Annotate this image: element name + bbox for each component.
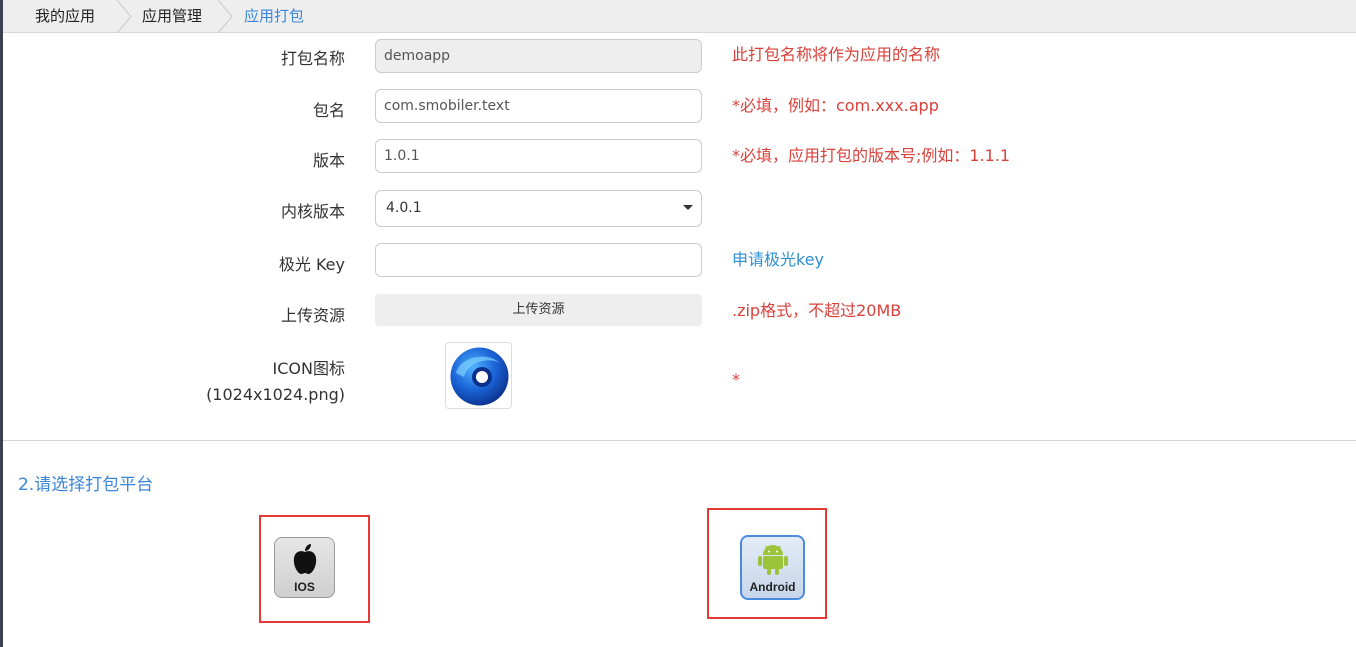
icon-label-line2: (1024x1024.png) [206, 385, 345, 404]
breadcrumb-app-packaging: 应用打包 [244, 7, 305, 25]
apple-icon [293, 544, 317, 574]
breadcrumb-app-management[interactable]: 应用管理 [142, 0, 202, 33]
app-icon-upload[interactable] [445, 342, 512, 409]
package-name-input[interactable] [375, 39, 702, 73]
upload-hint: .zip格式，不超过20MB [732, 301, 902, 320]
breadcrumb-separator-icon [116, 0, 132, 33]
apply-jpush-key-link[interactable]: 申请极光key [732, 246, 824, 270]
android-icon [758, 545, 788, 575]
jpush-key-label: 极光 Key [278, 255, 345, 274]
breadcrumb-separator-icon [217, 0, 233, 33]
icon-label: ICON图标 (1024x1024.png) [0, 355, 345, 404]
chevron-down-icon [683, 205, 693, 210]
version-label: 版本 [312, 151, 345, 170]
app-logo-icon [450, 347, 509, 406]
jpush-key-input[interactable] [375, 243, 702, 277]
bundle-id-hint: *必填，例如：com.xxx.app [732, 96, 939, 115]
android-label: Android [749, 580, 796, 594]
icon-required-hint: * [732, 370, 740, 389]
icon-label-line1: ICON图标 [272, 359, 345, 378]
ios-label: IOS [294, 580, 315, 594]
package-name-label: 打包名称 [280, 49, 345, 68]
bundle-id-input[interactable] [375, 89, 702, 123]
upload-label: 上传资源 [280, 306, 345, 325]
kernel-version-label: 内核版本 [280, 202, 345, 221]
upload-resource-button[interactable]: 上传资源 [375, 294, 702, 326]
breadcrumb-my-apps[interactable]: 我的应用 [35, 0, 95, 33]
bundle-id-label: 包名 [312, 101, 345, 120]
ios-platform-button[interactable]: IOS [274, 537, 335, 598]
version-input[interactable] [375, 139, 702, 173]
android-platform-button[interactable]: Android [740, 535, 805, 600]
platform-section-title: 2.请选择打包平台 [18, 475, 154, 495]
section-divider [3, 440, 1356, 441]
kernel-version-select[interactable]: 4.0.1 [375, 190, 702, 227]
breadcrumb: 我的应用 应用管理 应用打包 [3, 0, 1356, 33]
kernel-version-value: 4.0.1 [386, 200, 422, 216]
package-name-hint: 此打包名称将作为应用的名称 [732, 45, 941, 64]
version-hint: *必填，应用打包的版本号;例如：1.1.1 [732, 146, 1011, 165]
